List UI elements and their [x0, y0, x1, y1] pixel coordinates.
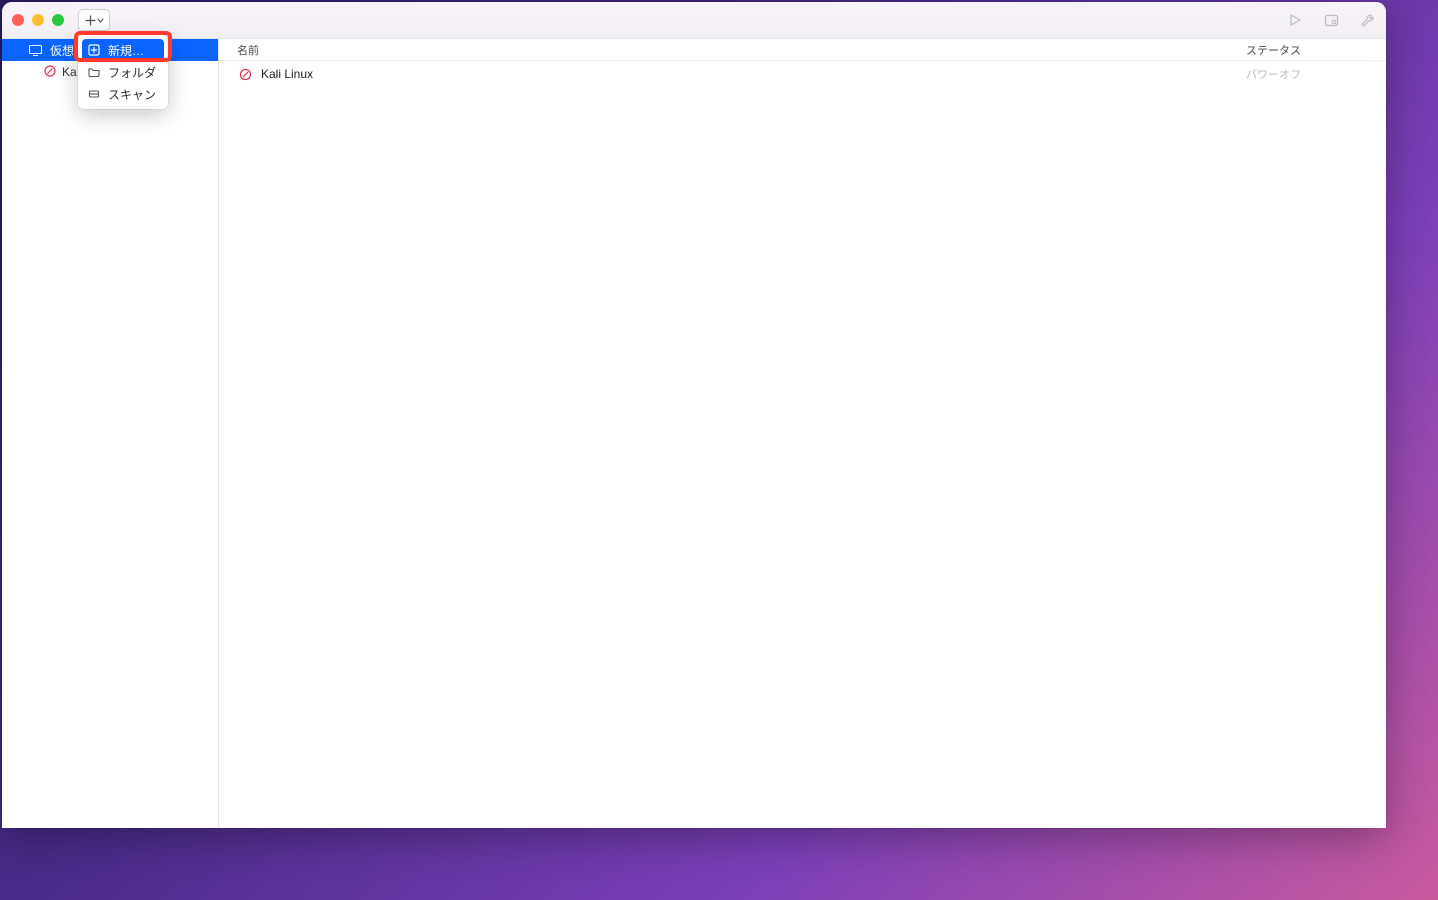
tools-button[interactable] — [1356, 9, 1378, 31]
row-name-cell: Kali Linux — [219, 66, 1246, 82]
close-window-button[interactable] — [12, 14, 24, 26]
settings-icon — [1324, 13, 1339, 28]
maximize-window-button[interactable] — [52, 14, 64, 26]
menu-item-new[interactable]: 新規… — [82, 39, 164, 61]
sidebar-group-label: 仮想 — [50, 42, 74, 59]
add-dropdown-menu: 新規… フォルダ スキャン — [78, 35, 168, 109]
minimize-window-button[interactable] — [32, 14, 44, 26]
table-row[interactable]: Kali Linux パワーオフ — [219, 61, 1386, 87]
chevron-down-icon — [97, 17, 104, 24]
scan-icon — [88, 88, 100, 100]
menu-item-label: スキャン — [108, 86, 156, 103]
plus-icon — [85, 15, 96, 26]
settings-window-button[interactable] — [1320, 9, 1342, 31]
main-panel: 名前 ステータス Kali Linux パワーオフ — [219, 39, 1386, 828]
stop-icon — [44, 65, 56, 80]
folder-icon — [88, 66, 100, 78]
window-body: 仮想 Ka 名前 ステータス — [2, 39, 1386, 828]
app-window: 仮想 Ka 名前 ステータス — [2, 2, 1386, 828]
table-header: 名前 ステータス — [219, 39, 1386, 61]
new-icon — [88, 44, 100, 56]
menu-item-label: 新規… — [108, 42, 144, 59]
vm-status: パワーオフ — [1246, 66, 1386, 82]
sidebar-item-label: Ka — [62, 65, 77, 79]
toolbar-right — [1284, 9, 1378, 31]
display-icon — [28, 43, 42, 57]
sidebar: 仮想 Ka — [2, 39, 219, 828]
menu-item-label: フォルダ — [108, 64, 156, 81]
titlebar — [2, 2, 1386, 39]
menu-item-scan[interactable]: スキャン — [82, 83, 164, 105]
traffic-lights — [12, 14, 64, 26]
vm-name: Kali Linux — [261, 67, 313, 81]
add-dropdown-button[interactable] — [78, 9, 110, 31]
stop-icon — [237, 66, 253, 82]
column-header-status[interactable]: ステータス — [1246, 42, 1386, 58]
play-button[interactable] — [1284, 9, 1306, 31]
play-icon — [1288, 13, 1302, 27]
column-header-name[interactable]: 名前 — [219, 42, 1246, 58]
wrench-icon — [1360, 13, 1375, 28]
menu-item-folder[interactable]: フォルダ — [82, 61, 164, 83]
